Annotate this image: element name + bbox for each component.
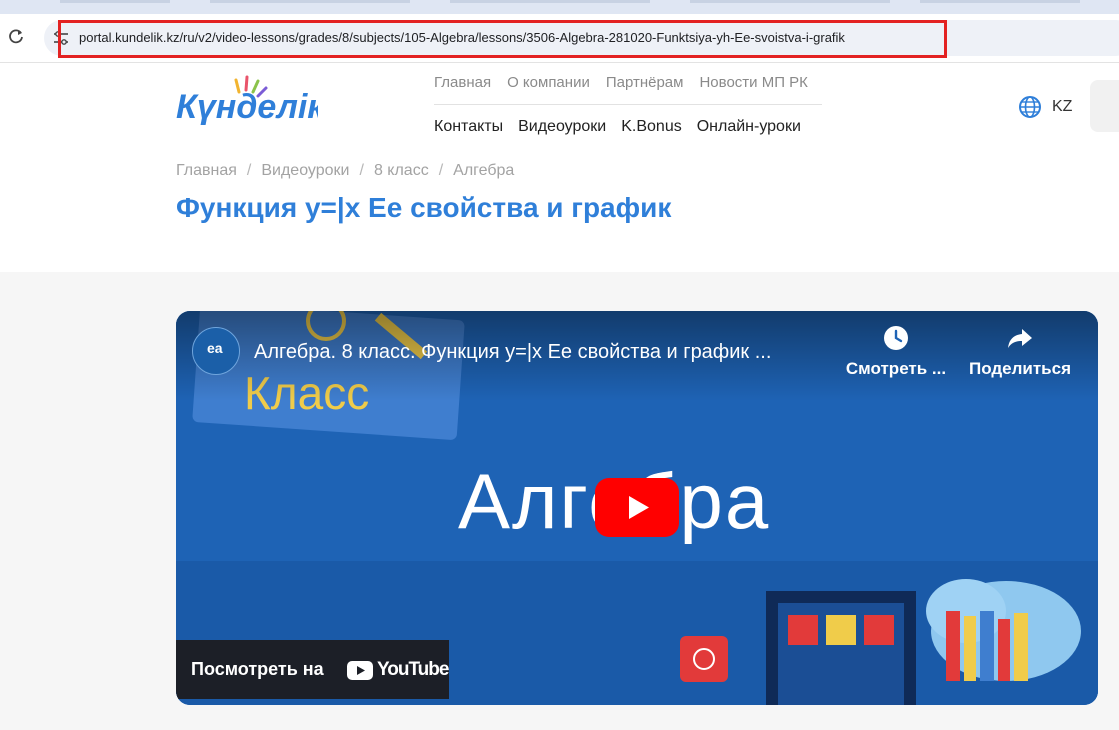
nav-main: Контакты Видеоуроки K.Bonus Онлайн-уроки xyxy=(434,118,801,136)
nav-item-about[interactable]: О компании xyxy=(507,74,590,91)
video-player[interactable]: Класс Алгебра ea Алгебра. 8 класс. Функц… xyxy=(176,311,1098,705)
nav-item-partners[interactable]: Партнёрам xyxy=(606,74,684,91)
video-title[interactable]: Алгебра. 8 класс. Функция y=|x Ее свойст… xyxy=(254,341,771,364)
nav-divider xyxy=(434,104,822,105)
breadcrumb-separator: / xyxy=(359,162,364,179)
youtube-wordmark: YouTube xyxy=(377,659,449,680)
clock-icon xyxy=(884,326,908,350)
breadcrumb-item-video-lessons[interactable]: Видеоуроки xyxy=(261,162,349,180)
share-button[interactable]: Поделиться xyxy=(960,325,1080,379)
browser-tab[interactable] xyxy=(450,0,650,3)
language-label: KZ xyxy=(1052,98,1073,115)
play-button-icon[interactable] xyxy=(595,478,679,537)
nav-item-online-lessons[interactable]: Онлайн-уроки xyxy=(697,118,801,136)
browser-tab[interactable] xyxy=(210,0,410,3)
card-shape xyxy=(680,636,728,682)
watch-later-label: Смотреть ... xyxy=(845,359,947,378)
youtube-logo: YouTube xyxy=(347,658,449,682)
url-highlight-box xyxy=(58,20,947,58)
nav-item-video-lessons[interactable]: Видеоуроки xyxy=(518,118,606,136)
channel-badge: ea xyxy=(207,340,223,356)
kundelik-logo[interactable]: Күнделік xyxy=(176,74,318,136)
breadcrumb-separator: / xyxy=(246,162,252,179)
breadcrumb: Главная / Видеоуроки / 8 класс / Алгебра xyxy=(176,162,514,180)
watch-on-label: Посмотреть на xyxy=(191,659,324,679)
browser-tab[interactable] xyxy=(690,0,890,3)
watch-later-button[interactable]: Смотреть ... xyxy=(836,325,956,379)
logo-text: Күнделік xyxy=(176,88,318,126)
breadcrumb-item-home[interactable]: Главная xyxy=(176,162,237,180)
nav-item-contacts[interactable]: Контакты xyxy=(434,118,503,136)
share-icon xyxy=(1008,329,1032,348)
browser-tab-strip xyxy=(0,0,1119,14)
reload-icon[interactable] xyxy=(6,27,26,47)
watch-on-youtube-button[interactable]: Посмотреть на YouTube xyxy=(176,640,449,699)
breadcrumb-separator: / xyxy=(438,162,444,179)
nav-item-kbonus[interactable]: K.Bonus xyxy=(621,118,681,136)
page-title: Функция y=|x Ее свойства и график xyxy=(176,192,672,223)
browser-tab[interactable] xyxy=(60,0,170,3)
browser-tab[interactable] xyxy=(920,0,1080,3)
nav-item-home[interactable]: Главная xyxy=(434,74,491,91)
breadcrumb-item-grade[interactable]: 8 класс xyxy=(374,162,429,180)
breadcrumb-item-subject[interactable]: Алгебра xyxy=(453,162,514,180)
language-switcher[interactable]: KZ xyxy=(1018,95,1072,119)
channel-avatar[interactable]: ea xyxy=(192,327,240,375)
globe-icon xyxy=(1019,96,1041,118)
nav-top: Главная О компании Партнёрам Новости МП … xyxy=(434,74,808,91)
nav-item-news[interactable]: Новости МП РК xyxy=(699,74,807,91)
share-label: Поделиться xyxy=(968,359,1072,378)
youtube-play-icon xyxy=(347,660,373,680)
login-button[interactable] xyxy=(1090,80,1119,132)
